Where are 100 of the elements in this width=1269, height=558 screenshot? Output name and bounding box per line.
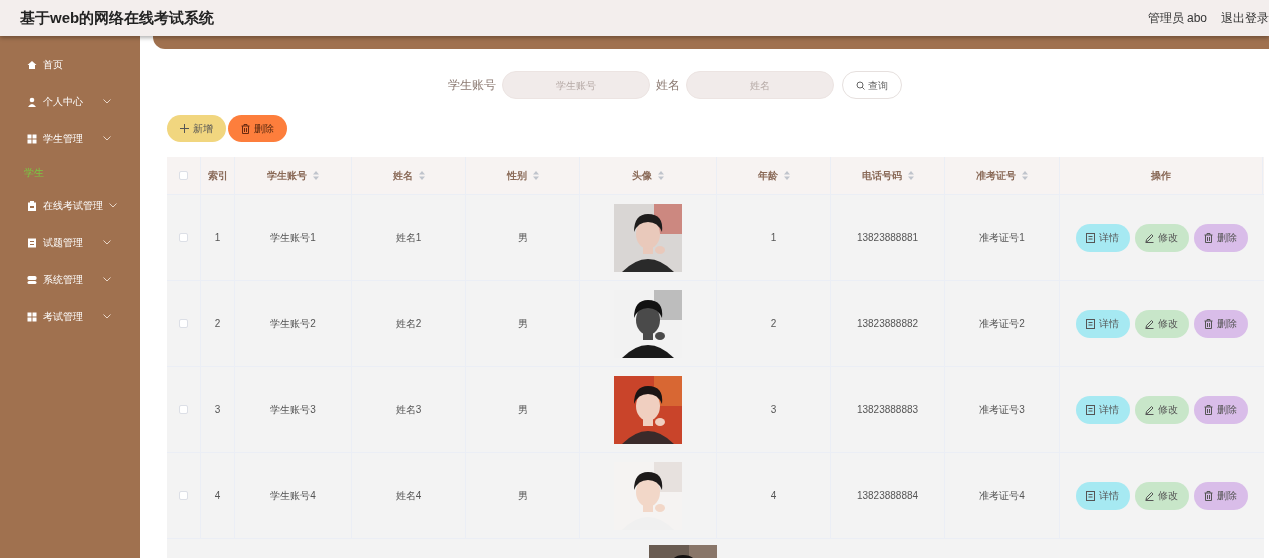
search-icon	[855, 80, 865, 90]
search-field[interactable]: 学生账号	[501, 71, 650, 99]
sort-icon[interactable]	[907, 171, 914, 180]
chevron-down-icon	[103, 314, 111, 319]
column-header: 索引	[207, 169, 228, 183]
table-cell-text: 4	[770, 489, 777, 503]
table-cell-text: 1	[770, 231, 777, 245]
sort-icon[interactable]	[1022, 171, 1028, 180]
delete-button[interactable]: 删除	[1193, 481, 1248, 510]
user-name: 管理员 abo	[1147, 10, 1207, 27]
grid-icon	[27, 133, 37, 144]
sort-icon[interactable]	[313, 171, 319, 180]
table-cell-text: 准考证号2	[979, 317, 1025, 331]
table-cell-text: 13823888884	[856, 489, 919, 503]
table-cell-text: 准考证号4	[979, 489, 1025, 503]
table-cell-text: 3	[770, 403, 777, 417]
pencil-icon	[1145, 404, 1154, 415]
table-cell-text: 姓名2	[395, 317, 422, 331]
table-cell-text: 2	[770, 317, 777, 331]
table-cell-text: 学生账号2	[270, 317, 316, 331]
document-icon	[27, 237, 37, 248]
details-button[interactable]: 详情	[1075, 309, 1130, 338]
trash-icon	[1204, 490, 1213, 501]
document-icon	[1086, 232, 1095, 243]
column-header: 姓名	[392, 169, 413, 183]
pencil-icon	[1145, 490, 1154, 501]
delete-button[interactable]: 删除	[1193, 223, 1248, 252]
sidebar-item[interactable]: 个人中心	[0, 83, 140, 120]
table-cell-text: 姓名4	[395, 489, 422, 503]
trash-icon	[241, 123, 250, 134]
table-cell-text: 准考证号1	[979, 231, 1025, 245]
sidebar-item[interactable]: 系统管理	[0, 261, 140, 298]
column-header: 头像	[632, 169, 652, 183]
chevron-down-icon	[109, 203, 117, 208]
sidebar-item[interactable]: 在线考试管理	[0, 187, 140, 224]
table-cell-text: 学生账号1	[270, 231, 316, 245]
delete-button[interactable]: 删除	[228, 115, 287, 142]
add-button[interactable]: 新增	[167, 115, 226, 142]
edit-button[interactable]: 修改	[1134, 223, 1189, 252]
sidebar-item[interactable]: 学生管理	[0, 120, 140, 157]
sort-icon[interactable]	[418, 171, 425, 180]
column-header: 准考证号	[976, 169, 1016, 183]
table-cell-text: 姓名3	[395, 403, 422, 417]
checkbox[interactable]	[179, 405, 188, 414]
sidebar-item[interactable]: 考试管理	[0, 298, 140, 335]
table-cell-text: 男	[517, 317, 528, 331]
chevron-down-icon	[103, 136, 111, 141]
table-cell-text: 13823888883	[856, 403, 919, 417]
pencil-icon	[1145, 232, 1154, 243]
user-icon	[27, 96, 37, 107]
table-cell-text: 13823888881	[856, 231, 919, 245]
edit-button[interactable]: 修改	[1134, 481, 1189, 510]
column-header: 性别	[506, 169, 527, 183]
plus-icon	[180, 124, 189, 133]
table-cell-text: 姓名1	[395, 231, 422, 245]
edit-button[interactable]: 修改	[1134, 309, 1189, 338]
table-cell-text: 4	[214, 489, 221, 503]
checkbox[interactable]	[179, 491, 188, 500]
table-cell-text: 男	[517, 489, 528, 503]
checkbox[interactable]	[179, 319, 188, 328]
checkbox[interactable]	[179, 233, 188, 242]
table-cell-text: 男	[517, 403, 528, 417]
logout-link[interactable]: 退出登录	[1221, 9, 1269, 27]
column-header: 年龄	[757, 169, 778, 183]
column-header: 操作	[1151, 169, 1171, 183]
edit-button[interactable]: 修改	[1134, 395, 1189, 424]
table-cell-text: 2	[214, 317, 221, 331]
trash-icon	[1204, 232, 1213, 243]
search-field[interactable]: 姓名	[685, 71, 834, 99]
sort-icon[interactable]	[783, 171, 790, 180]
sort-icon[interactable]	[532, 171, 539, 180]
delete-button[interactable]: 删除	[1193, 309, 1248, 338]
table-cell-text: 1	[214, 231, 221, 245]
trash-icon	[1204, 404, 1213, 415]
sidebar-item[interactable]: 试题管理	[0, 224, 140, 261]
table-cell-text: 男	[517, 231, 528, 245]
grid-icon	[27, 311, 37, 322]
details-button[interactable]: 详情	[1075, 481, 1130, 510]
sidebar-item[interactable]: 首页	[0, 46, 140, 83]
column-header: 学生账号	[267, 169, 307, 183]
field-label: 姓名	[655, 77, 680, 94]
database-icon	[27, 274, 37, 285]
pencil-icon	[1145, 318, 1154, 329]
sort-icon[interactable]	[658, 171, 664, 180]
search-button[interactable]: 查询	[841, 71, 902, 99]
details-button[interactable]: 详情	[1075, 395, 1130, 424]
chevron-down-icon	[103, 99, 111, 104]
details-button[interactable]: 详情	[1075, 223, 1130, 252]
table-cell-text: 13823888882	[856, 317, 919, 331]
document-icon	[1086, 318, 1095, 329]
chevron-down-icon	[103, 240, 111, 245]
checkbox[interactable]	[179, 171, 188, 180]
trash-icon	[1204, 318, 1213, 329]
table-cell-text: 准考证号3	[979, 403, 1025, 417]
document-icon	[1086, 490, 1095, 501]
chevron-down-icon	[103, 277, 111, 282]
delete-button[interactable]: 删除	[1193, 395, 1248, 424]
field-label: 学生账号	[447, 77, 496, 94]
table-cell-text: 学生账号4	[270, 489, 316, 503]
column-header: 电话号码	[861, 169, 902, 183]
